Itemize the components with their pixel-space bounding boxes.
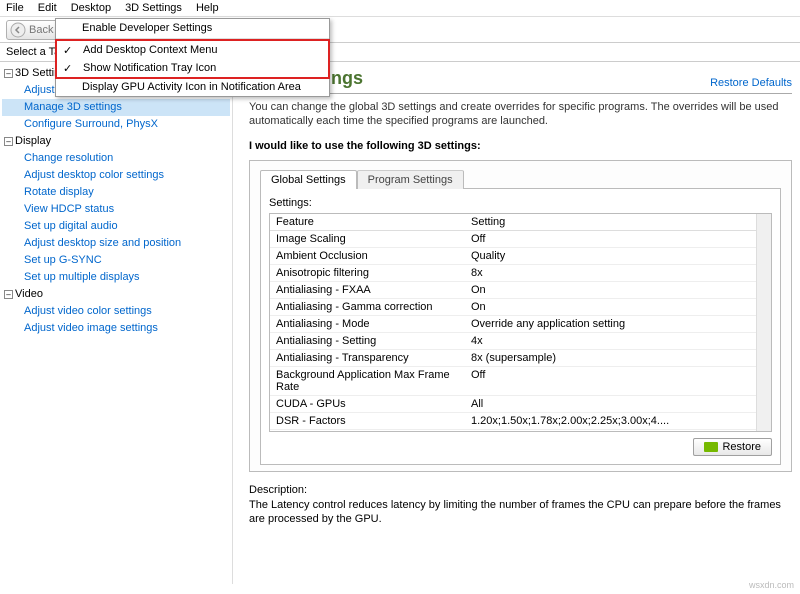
tree-adjust-color[interactable]: Adjust desktop color settings [2,167,230,184]
menu-file[interactable]: File [6,2,24,14]
tree-video-image[interactable]: Adjust video image settings [2,320,230,337]
feature-cell: Antialiasing - Gamma correction [276,301,471,313]
settings-prompt: I would like to use the following 3D set… [249,140,792,152]
table-row[interactable]: Ambient OcclusionQuality [270,248,756,265]
table-row[interactable]: Antialiasing - ModeOverride any applicat… [270,316,756,333]
task-tree: –3D Settings Adjust image settings with … [2,65,230,337]
menu-label: Enable Developer Settings [82,22,212,34]
tree-multiple[interactable]: Set up multiple displays [2,269,230,286]
description-label: Description: [249,484,792,496]
feature-cell: CUDA - GPUs [276,398,471,410]
tree-change-res[interactable]: Change resolution [2,150,230,167]
collapse-icon[interactable]: – [4,137,13,146]
menu-help[interactable]: Help [196,2,219,14]
scrollbar[interactable] [756,214,771,431]
menu-add-context[interactable]: ✓ Add Desktop Context Menu [57,41,328,59]
collapse-icon[interactable]: – [4,69,13,78]
setting-cell: 8x [471,267,750,279]
restore-defaults-link[interactable]: Restore Defaults [710,77,792,89]
feature-cell: Anisotropic filtering [276,267,471,279]
sidebar: –3D Settings Adjust image settings with … [0,62,233,584]
setting-cell: Off [471,233,750,245]
tree-configure-surround[interactable]: Configure Surround, PhysX [2,116,230,133]
tab-body: Settings: FeatureSettingImage ScalingOff… [260,188,781,465]
tree-manage-3d[interactable]: Manage 3D settings [2,99,230,116]
watermark: wsxdn.com [749,580,794,590]
tree-gsync[interactable]: Set up G-SYNC [2,252,230,269]
menu-3d-settings[interactable]: 3D Settings [125,2,182,14]
menu-desktop[interactable]: Desktop [71,2,111,14]
setting-cell: Override any application setting [471,318,750,330]
settings-panel: Global Settings Program Settings Setting… [249,160,792,472]
menu-edit[interactable]: Edit [38,2,57,14]
feature-cell: Antialiasing - FXAA [276,284,471,296]
table-row[interactable]: DSR - Smoothness100% [270,430,756,431]
table-row[interactable]: CUDA - GPUsAll [270,396,756,413]
menu-label: Add Desktop Context Menu [83,44,218,56]
tree-size[interactable]: Adjust desktop size and position [2,235,230,252]
tree-cat-display[interactable]: –Display [2,133,230,150]
nvidia-icon [704,442,718,452]
col-feature[interactable]: Feature [276,216,471,228]
tab-global[interactable]: Global Settings [260,170,357,189]
settings-grid: FeatureSettingImage ScalingOffAmbient Oc… [269,213,772,432]
feature-cell: Background Application Max Frame Rate [276,369,471,393]
table-row[interactable]: Anisotropic filtering8x [270,265,756,282]
table-row[interactable]: Antialiasing - Transparency8x (supersamp… [270,350,756,367]
check-icon: ✓ [63,62,72,75]
table-row[interactable]: Antialiasing - Gamma correctionOn [270,299,756,316]
table-row[interactable]: Antialiasing - Setting4x [270,333,756,350]
settings-label: Settings: [269,197,772,209]
menu-label: Show Notification Tray Icon [83,62,216,74]
feature-cell: Image Scaling [276,233,471,245]
setting-cell: Off [471,369,750,393]
menu-gpu-activity[interactable]: Display GPU Activity Icon in Notificatio… [56,78,329,96]
tab-program[interactable]: Program Settings [357,170,464,189]
tree-rotate[interactable]: Rotate display [2,184,230,201]
tree-cat-video[interactable]: –Video [2,286,230,303]
restore-button[interactable]: Restore [693,438,772,456]
divider [249,93,792,94]
setting-cell: All [471,398,750,410]
setting-cell: 4x [471,335,750,347]
tree-video-color[interactable]: Adjust video color settings [2,303,230,320]
back-label: Back [29,24,53,36]
setting-cell: 1.20x;1.50x;1.78x;2.00x;2.25x;3.00x;4...… [471,415,750,427]
col-setting[interactable]: Setting [471,216,750,228]
menu-label: Display GPU Activity Icon in Notificatio… [82,81,301,93]
menu-show-tray[interactable]: ✓ Show Notification Tray Icon [57,59,328,77]
collapse-icon[interactable]: – [4,290,13,299]
setting-cell: 8x (supersample) [471,352,750,364]
feature-cell: Antialiasing - Transparency [276,352,471,364]
tree-cat-label: Video [15,286,43,303]
tab-strip: Global Settings Program Settings [260,170,781,189]
table-row[interactable]: Background Application Max Frame RateOff [270,367,756,396]
tree-cat-label: Display [15,133,51,150]
restore-button-label: Restore [722,441,761,453]
page-description: You can change the global 3D settings an… [249,100,792,128]
setting-cell: Quality [471,250,750,262]
description-text: The Latency control reduces latency by l… [249,498,792,526]
feature-cell: Antialiasing - Mode [276,318,471,330]
back-arrow-icon [10,22,26,38]
content-pane: e 3D Settings Restore Defaults You can c… [233,62,800,584]
setting-cell: On [471,284,750,296]
setting-cell: On [471,301,750,313]
desktop-menu-dropdown: Enable Developer Settings ✓ Add Desktop C… [55,18,330,97]
feature-cell: Ambient Occlusion [276,250,471,262]
check-icon: ✓ [63,44,72,57]
menu-enable-dev[interactable]: Enable Developer Settings [56,19,329,37]
feature-cell: Antialiasing - Setting [276,335,471,347]
description-box: Description: The Latency control reduces… [249,484,792,526]
tree-audio[interactable]: Set up digital audio [2,218,230,235]
table-row[interactable]: Image ScalingOff [270,231,756,248]
table-row[interactable]: Antialiasing - FXAAOn [270,282,756,299]
menubar: File Edit Desktop 3D Settings Help [0,0,800,17]
feature-cell: DSR - Factors [276,415,471,427]
tree-hdcp[interactable]: View HDCP status [2,201,230,218]
table-row[interactable]: DSR - Factors1.20x;1.50x;1.78x;2.00x;2.2… [270,413,756,430]
